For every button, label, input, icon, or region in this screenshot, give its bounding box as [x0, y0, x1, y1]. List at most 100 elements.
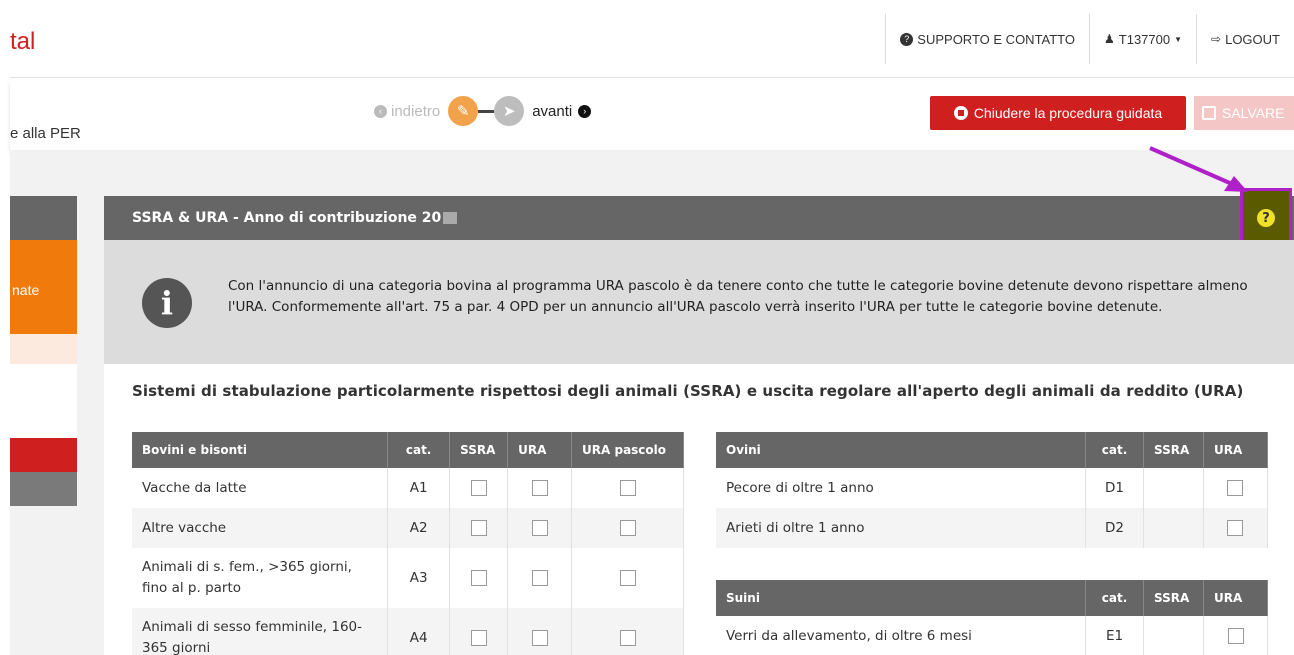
next-link[interactable]: avanti › [532, 102, 592, 120]
close-wizard-button[interactable]: Chiudere la procedura guidata [930, 96, 1186, 130]
row-label: Animali di s. fem., >365 giorni, fino al… [132, 548, 389, 608]
col-header: cat. [387, 432, 451, 468]
sidebar-item-label: nate [12, 282, 40, 298]
ovini-table: Ovini cat. SSRA URA Pecore di oltre 1 an… [716, 432, 1269, 548]
sidebar-item[interactable] [10, 334, 77, 364]
col-header: cat. [1085, 432, 1144, 468]
ura-checkbox[interactable] [531, 570, 548, 586]
col-header: URA [1203, 580, 1268, 616]
main-panel: SSRA & URA - Anno di contribuzione 20 ? … [104, 188, 1294, 655]
save-label: SALVARE [1222, 105, 1285, 121]
pencil-icon: ✎ [456, 103, 470, 120]
table-row: Animali di sesso femminile, 160-365 gior… [132, 608, 684, 655]
row-cat: A3 [387, 548, 451, 608]
ssra-checkbox[interactable] [470, 570, 487, 586]
chevron-left-circle-icon: ‹ [374, 104, 387, 118]
info-text: Con l'annuncio di una categoria bovina a… [228, 278, 1248, 315]
row-label: Pecore di oltre 1 anno [716, 468, 1087, 508]
breadcrumb: e alla PER [10, 125, 81, 142]
paper-plane-icon: ➤ [502, 103, 516, 120]
section-title: Sistemi di stabulazione particolarmente … [132, 382, 1244, 400]
step-edit[interactable]: ✎ [448, 96, 479, 126]
ura-checkbox[interactable] [531, 630, 548, 646]
sidebar: nate [10, 196, 77, 506]
row-cat: D2 [1085, 508, 1144, 548]
bovini-table: Bovini e bisonti cat. SSRA URA URA pasco… [132, 432, 684, 655]
table-row: Vacche da latte A1 [132, 468, 684, 508]
row-label: Verri da allevamento, di oltre 6 mesi [716, 616, 1087, 655]
col-header: SSRA [1143, 432, 1204, 468]
ssra-checkbox[interactable] [470, 480, 487, 496]
ura-checkbox[interactable] [531, 520, 548, 536]
step-send[interactable]: ➤ [494, 96, 525, 126]
col-header: SSRA [1143, 580, 1204, 616]
back-label: indietro [391, 102, 441, 120]
empty-cell [1143, 616, 1204, 655]
col-header: Ovini [716, 432, 1087, 468]
ssra-checkbox[interactable] [470, 520, 487, 536]
support-label: SUPPORTO E CONTATTO [917, 31, 1076, 47]
floppy-disk-icon [1202, 106, 1216, 120]
ura-checkbox[interactable] [1227, 520, 1244, 536]
table-row: Verri da allevamento, di oltre 6 mesi E1 [716, 616, 1268, 655]
panel-header: SSRA & URA - Anno di contribuzione 20 [104, 196, 1294, 240]
info-icon: i [142, 278, 192, 328]
ura-pascolo-checkbox[interactable] [619, 520, 636, 536]
row-label: Animali di sesso femminile, 160-365 gior… [132, 608, 389, 655]
col-header: Suini [716, 580, 1087, 616]
col-header: SSRA [449, 432, 509, 468]
question-circle-icon: ? [900, 32, 914, 46]
support-link[interactable]: ? SUPPORTO E CONTATTO [885, 14, 1089, 64]
table-row: Animali di s. fem., >365 giorni, fino al… [132, 548, 684, 608]
redacted-year [443, 212, 458, 224]
help-highlight[interactable]: ? [1240, 188, 1292, 248]
row-label: Vacche da latte [132, 468, 389, 508]
row-cat: A4 [387, 608, 451, 655]
ura-checkbox[interactable] [1227, 480, 1244, 496]
ssra-checkbox[interactable] [470, 630, 487, 646]
col-header: Bovini e bisonti [132, 432, 389, 468]
ura-checkbox[interactable] [1227, 628, 1244, 644]
save-button[interactable]: SALVARE [1194, 96, 1294, 130]
row-cat: D1 [1085, 468, 1144, 508]
user-label: T137700 [1118, 31, 1171, 47]
logout-icon: ⇨ [1211, 32, 1222, 46]
ura-pascolo-checkbox[interactable] [619, 570, 636, 586]
col-header: URA pascolo [571, 432, 684, 468]
step-connector [478, 109, 495, 113]
ura-pascolo-checkbox[interactable] [619, 480, 636, 496]
table-row: Pecore di oltre 1 anno D1 [716, 468, 1269, 508]
caret-down-icon: ▼ [1174, 34, 1183, 44]
sidebar-item-active[interactable]: nate [10, 240, 77, 334]
stop-circle-icon [953, 106, 968, 120]
col-header: cat. [1085, 580, 1145, 616]
empty-cell [1143, 508, 1204, 548]
row-cat: A2 [387, 508, 451, 548]
ura-checkbox[interactable] [531, 480, 548, 496]
back-link[interactable]: ‹ indietro [374, 103, 440, 120]
logout-link[interactable]: ⇨ LOGOUT [1196, 14, 1294, 64]
row-cat: E1 [1085, 616, 1145, 655]
help-icon[interactable]: ? [1257, 209, 1275, 227]
sidebar-item[interactable] [10, 364, 77, 438]
logout-label: LOGOUT [1225, 31, 1280, 47]
ura-pascolo-checkbox[interactable] [619, 630, 636, 646]
next-label: avanti [532, 102, 573, 120]
chevron-right-circle-icon: › [578, 104, 592, 118]
top-navbar: tal ? SUPPORTO E CONTATTO ♟ T137700 ▼ ⇨ … [10, 14, 1294, 78]
col-header: URA [1203, 432, 1269, 468]
sidebar-item[interactable] [10, 472, 77, 506]
brand-logo[interactable]: tal [10, 28, 35, 56]
empty-cell [1143, 468, 1204, 508]
user-menu[interactable]: ♟ T137700 ▼ [1089, 14, 1196, 64]
sidebar-header [10, 196, 77, 240]
col-header: URA [507, 432, 573, 468]
wizard-stepper: ‹ indietro ✎ ➤ avanti › [374, 96, 592, 126]
suini-table: Suini cat. SSRA URA Verri da allevamento… [716, 580, 1268, 655]
panel-title: SSRA & URA - Anno di contribuzione 20 [132, 210, 442, 226]
row-label: Altre vacche [132, 508, 389, 548]
table-row: Arieti di oltre 1 anno D2 [716, 508, 1269, 548]
sidebar-item[interactable] [10, 438, 77, 472]
row-cat: A1 [387, 468, 451, 508]
table-row: Altre vacche A2 [132, 508, 684, 548]
